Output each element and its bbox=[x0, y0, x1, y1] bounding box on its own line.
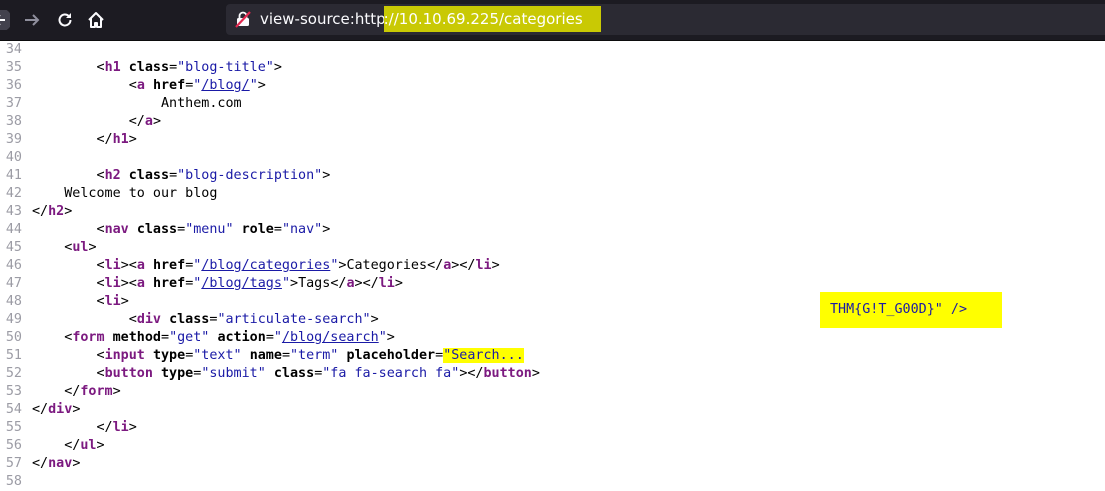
back-arrow-icon bbox=[0, 10, 10, 30]
line-number: 53 bbox=[0, 383, 32, 401]
source-line: 58 bbox=[0, 473, 32, 491]
source-view: 3435 <h1 class="blog-title">36 <a href="… bbox=[0, 41, 1105, 481]
line-number: 57 bbox=[0, 455, 32, 473]
line-number: 36 bbox=[0, 77, 32, 95]
source-line: 41 <h2 class="blog-description"> bbox=[0, 167, 330, 185]
line-number: 39 bbox=[0, 131, 32, 149]
line-number: 45 bbox=[0, 239, 32, 257]
reload-icon bbox=[55, 10, 75, 30]
source-line: 36 <a href="/blog/"> bbox=[0, 77, 266, 95]
line-number: 46 bbox=[0, 257, 32, 275]
insecure-lock-icon[interactable] bbox=[234, 10, 252, 28]
line-number: 40 bbox=[0, 149, 32, 167]
url-prefix: view-source:http bbox=[260, 10, 386, 28]
source-line: 37 Anthem.com bbox=[0, 95, 242, 113]
source-line: 40 bbox=[0, 149, 32, 167]
forward-button[interactable] bbox=[18, 6, 46, 34]
line-number: 52 bbox=[0, 365, 32, 383]
source-line: 49 <div class="articulate-search"> bbox=[0, 311, 379, 329]
browser-toolbar: view-source:http://10.10.69.225/categori… bbox=[0, 0, 1105, 41]
line-number: 58 bbox=[0, 473, 32, 491]
line-number: 43 bbox=[0, 203, 32, 221]
back-button[interactable] bbox=[0, 6, 14, 34]
source-line: 44 <nav class="menu" role="nav"> bbox=[0, 221, 330, 239]
line-number: 50 bbox=[0, 329, 32, 347]
line-number: 48 bbox=[0, 293, 32, 311]
source-line: 53 </form> bbox=[0, 383, 121, 401]
line-number: 56 bbox=[0, 437, 32, 455]
source-line: 47 <li><a href="/blog/tags">Tags</a></li… bbox=[0, 275, 403, 293]
reload-button[interactable] bbox=[51, 6, 79, 34]
line-number: 54 bbox=[0, 401, 32, 419]
line-number: 49 bbox=[0, 311, 32, 329]
source-line: 56 </ul> bbox=[0, 437, 105, 455]
home-icon bbox=[86, 10, 106, 30]
source-line: 48 <li> bbox=[0, 293, 129, 311]
line-number: 44 bbox=[0, 221, 32, 239]
line-number: 35 bbox=[0, 59, 32, 77]
home-button[interactable] bbox=[82, 6, 110, 34]
line-number: 42 bbox=[0, 185, 32, 203]
source-line: 39 </h1> bbox=[0, 131, 137, 149]
url-text[interactable]: view-source:http://10.10.69.225/categori… bbox=[260, 10, 601, 28]
source-line: 54</div> bbox=[0, 401, 80, 419]
line-number: 34 bbox=[0, 41, 32, 59]
source-line: 35 <h1 class="blog-title"> bbox=[0, 59, 282, 77]
line-number: 37 bbox=[0, 95, 32, 113]
source-line: 43</h2> bbox=[0, 203, 72, 221]
source-line: 46 <li><a href="/blog/categories">Catego… bbox=[0, 257, 500, 275]
line-number: 38 bbox=[0, 113, 32, 131]
source-line: 55 </li> bbox=[0, 419, 137, 437]
flag-highlight: THM{G!T_G00D}" /> bbox=[820, 292, 1002, 328]
source-line: 42 Welcome to our blog bbox=[0, 185, 217, 203]
url-bar[interactable]: view-source:http://10.10.69.225/categori… bbox=[226, 4, 1105, 35]
line-number: 41 bbox=[0, 167, 32, 185]
source-line: 51 <input type="text" name="term" placeh… bbox=[0, 347, 524, 365]
line-number: 51 bbox=[0, 347, 32, 365]
line-number: 55 bbox=[0, 419, 32, 437]
source-line: 34 bbox=[0, 41, 32, 59]
source-line: 57</nav> bbox=[0, 455, 80, 473]
forward-arrow-icon bbox=[22, 10, 42, 30]
source-line: 45 <ul> bbox=[0, 239, 97, 257]
url-host-highlight: ://10.10.69.225/categories bbox=[384, 6, 601, 32]
source-line: 38 </a> bbox=[0, 113, 161, 131]
source-line: 50 <form method="get" action="/blog/sear… bbox=[0, 329, 395, 347]
source-line: 52 <button type="submit" class="fa fa-se… bbox=[0, 365, 540, 383]
line-number: 47 bbox=[0, 275, 32, 293]
